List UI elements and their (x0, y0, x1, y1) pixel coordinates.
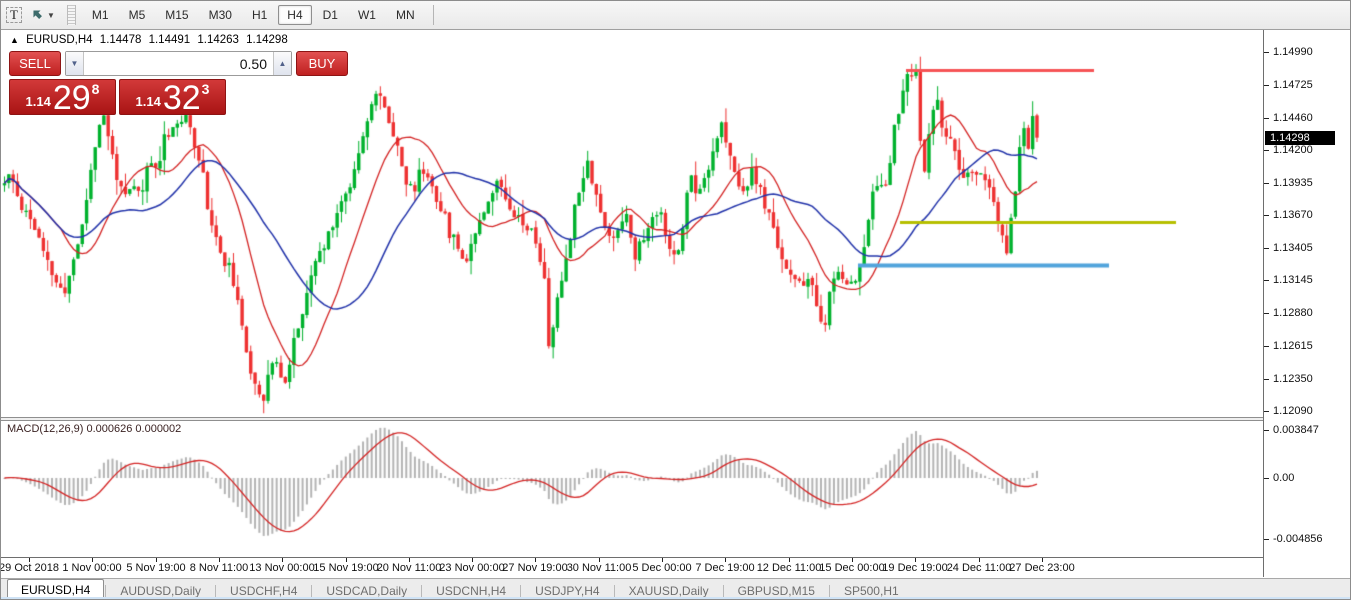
timeframe-button-m1[interactable]: M1 (83, 5, 118, 25)
price-axis-label: 1.12090 (1273, 405, 1313, 417)
symbol-name: EURUSD,H4 (26, 34, 92, 46)
bar-close-value: 1.14298 (246, 34, 288, 46)
axis-tick-mark (1264, 346, 1269, 347)
sell-price-big: 29 (53, 83, 91, 113)
price-axis-label: 1.13670 (1273, 209, 1313, 221)
axis-tick-mark (1264, 150, 1269, 151)
window-bottom-edge (1, 597, 1350, 599)
axis-tick-mark (1264, 379, 1269, 380)
price-axis: 1.14990 1.14725 1.14460 1.14200 1.13935 1.136… (1264, 30, 1351, 577)
price-axis-label: 1.14200 (1273, 144, 1313, 156)
toolbar-separator (433, 5, 434, 25)
buy-button[interactable]: BUY (296, 51, 348, 76)
axis-tick-mark (1264, 248, 1269, 249)
buy-price-big: 32 (163, 83, 201, 113)
time-axis-label: 1 Nov 00:00 (62, 562, 121, 574)
top-toolbar: T ▼ M1M5M15M30H1H4D1W1MN (1, 1, 1350, 30)
timeframe-button-h1[interactable]: H1 (243, 5, 276, 25)
bar-direction-up-icon: ▲ (10, 35, 19, 45)
timeframe-button-mn[interactable]: MN (387, 5, 424, 25)
price-axis-label: 1.12350 (1273, 373, 1313, 385)
buy-price-prefix: 1.14 (136, 94, 161, 109)
timeframe-button-d1[interactable]: D1 (314, 5, 347, 25)
axis-tick-mark (1264, 215, 1269, 216)
time-axis-label: 7 Dec 19:00 (695, 562, 754, 574)
macd-indicator-label: MACD(12,26,9) 0.000626 0.000002 (7, 423, 181, 435)
plot-right-border (1263, 30, 1264, 577)
time-axis-label: 5 Dec 00:00 (632, 562, 691, 574)
time-axis-label: 20 Nov 11:00 (377, 562, 442, 574)
axis-tick-mark (1264, 313, 1269, 314)
axis-tick-mark (1264, 478, 1269, 479)
time-axis: 29 Oct 20181 Nov 00:00 5 Nov 19:00 8 Nov 1… (1, 557, 1263, 578)
volume-decrease-button[interactable]: ▼ (66, 52, 84, 75)
text-tool-icon: T (6, 7, 22, 23)
volume-stepper: ▼ ▲ (65, 51, 292, 76)
price-axis-label: 1.13935 (1273, 177, 1313, 189)
toolbar-grip-handle[interactable] (67, 5, 76, 25)
time-axis-label: 13 Nov 00:00 (249, 562, 314, 574)
timeframe-button-m5[interactable]: M5 (120, 5, 155, 25)
buy-price-display[interactable]: 1.14 32 3 (119, 79, 226, 115)
price-axis-label: 1.12615 (1273, 340, 1313, 352)
macd-axis-label: -0.004856 (1273, 533, 1323, 545)
time-axis-label: 24 Dec 11:00 (947, 562, 1012, 574)
time-axis-label: 23 Nov 00:00 (439, 562, 504, 574)
cycle-arrows-icon (29, 7, 45, 24)
macd-canvas[interactable] (1, 421, 1263, 557)
price-axis-label: 1.12880 (1273, 307, 1313, 319)
volume-input[interactable] (84, 52, 273, 75)
macd-axis-label: 0.003847 (1273, 424, 1319, 436)
time-axis-label: 15 Nov 19:00 (313, 562, 378, 574)
sell-button[interactable]: SELL (9, 51, 61, 76)
timeframe-button-m15[interactable]: M15 (156, 5, 197, 25)
bar-open-value: 1.14478 (100, 34, 142, 46)
price-axis-label: 1.13145 (1273, 274, 1313, 286)
time-axis-label: 27 Nov 19:00 (502, 562, 567, 574)
time-axis-label: 12 Dec 11:00 (757, 562, 822, 574)
price-axis-label: 1.14460 (1273, 112, 1313, 124)
sell-price-display[interactable]: 1.14 29 8 (9, 79, 116, 115)
symbol-ohlc-info: ▲ EURUSD,H4 1.14478 1.14491 1.14263 1.14… (10, 34, 292, 46)
sell-price-pipette: 8 (92, 81, 100, 97)
sell-price-prefix: 1.14 (26, 94, 51, 109)
timeframe-button-w1[interactable]: W1 (349, 5, 385, 25)
axis-tick-mark (1264, 539, 1269, 540)
time-axis-label: 5 Nov 19:00 (126, 562, 185, 574)
text-label-tool-button[interactable]: T (2, 3, 26, 27)
mt4-terminal-window: T ▼ M1M5M15M30H1H4D1W1MN ▲ EURUSD,H4 1.1… (0, 0, 1351, 600)
one-click-trading-panel: SELL ▼ ▲ BUY 1.14 29 8 1.14 32 3 (9, 51, 226, 115)
axis-tick-mark (1264, 118, 1269, 119)
buy-price-pipette: 3 (202, 81, 210, 97)
price-axis-label: 1.14990 (1273, 46, 1313, 58)
time-axis-label: 27 Dec 23:00 (1009, 562, 1074, 574)
axis-tick-mark (1264, 183, 1269, 184)
time-axis-label: 8 Nov 11:00 (190, 562, 249, 574)
timeframe-toolbar: M1M5M15M30H1H4D1W1MN (82, 5, 425, 25)
axis-tick-mark (1264, 52, 1269, 53)
volume-increase-button[interactable]: ▲ (273, 52, 291, 75)
price-axis-label: 1.13405 (1273, 242, 1313, 254)
time-axis-label: 29 Oct 2018 (0, 562, 59, 574)
time-axis-label: 19 Dec 19:00 (882, 562, 947, 574)
axis-tick-mark (1264, 411, 1269, 412)
bar-high-value: 1.14491 (149, 34, 191, 46)
axis-tick-mark (1264, 430, 1269, 431)
macd-axis-label: 0.00 (1273, 472, 1294, 484)
timeframe-button-m30[interactable]: M30 (200, 5, 241, 25)
time-axis-label: 15 Dec 00:00 (819, 562, 884, 574)
bar-low-value: 1.14263 (197, 34, 239, 46)
axis-tick-mark (1264, 85, 1269, 86)
time-axis-label: 30 Nov 11:00 (567, 562, 632, 574)
current-price-badge: 1.14298 (1265, 131, 1335, 145)
profiles-button[interactable]: ▼ (28, 3, 56, 27)
chevron-down-icon[interactable]: ▼ (47, 11, 55, 20)
timeframe-button-h4[interactable]: H4 (278, 5, 311, 25)
axis-tick-mark (1264, 280, 1269, 281)
price-axis-label: 1.14725 (1273, 79, 1313, 91)
